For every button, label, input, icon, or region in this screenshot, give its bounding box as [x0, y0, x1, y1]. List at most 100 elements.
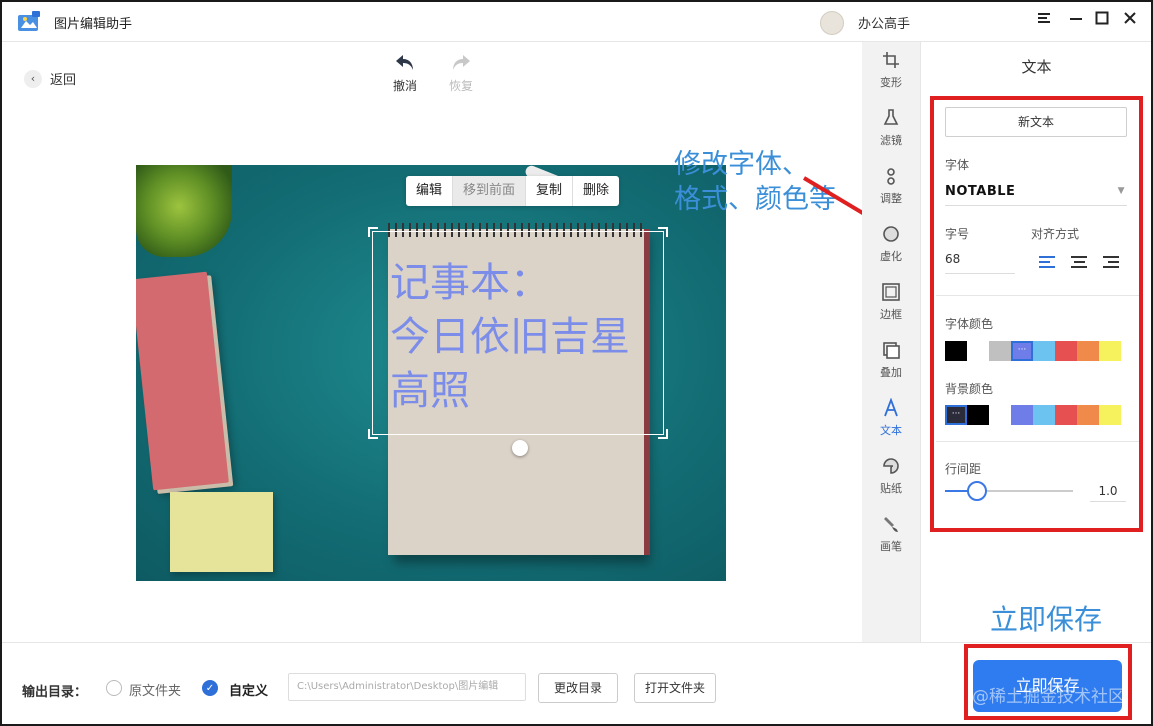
crop-icon: [883, 52, 899, 68]
tool-text[interactable]: 文本: [862, 398, 920, 438]
minimize-icon[interactable]: [1065, 10, 1087, 32]
line-spacing-slider-thumb[interactable]: [967, 481, 987, 501]
color-swatch[interactable]: [1099, 341, 1121, 361]
title-bar: 图片编辑助手 办公高手: [2, 2, 1151, 42]
tool-overlay[interactable]: 叠加: [862, 340, 920, 380]
radio-original-folder[interactable]: [106, 680, 122, 696]
line-spacing-label: 行间距: [945, 462, 982, 476]
color-swatch[interactable]: [1055, 405, 1077, 425]
open-folder-button[interactable]: 打开文件夹: [634, 673, 716, 703]
maximize-icon[interactable]: [1091, 10, 1113, 32]
tool-border[interactable]: 边框: [862, 282, 920, 322]
delete-button[interactable]: 删除: [573, 176, 619, 206]
chevron-left-icon: ‹: [24, 69, 42, 88]
undo-icon: [396, 55, 413, 70]
color-swatch[interactable]: [1077, 405, 1099, 425]
line-spacing-input[interactable]: 1.0: [1090, 480, 1126, 502]
undo-label: 撤消: [392, 79, 417, 93]
tool-blur[interactable]: 虚化: [862, 224, 920, 264]
photo-red-book: [136, 271, 229, 491]
color-swatch[interactable]: ···: [1011, 341, 1033, 361]
color-swatch[interactable]: [1055, 341, 1077, 361]
radio-custom-label[interactable]: 自定义: [229, 680, 268, 699]
resize-handle-tl[interactable]: [368, 227, 378, 237]
radio-original-label[interactable]: 原文件夹: [129, 680, 181, 699]
divider: [936, 441, 1139, 442]
text-icon: [884, 398, 898, 417]
align-center-icon[interactable]: [1071, 256, 1087, 270]
tool-label: 滤镜: [880, 134, 902, 147]
align-left-icon[interactable]: [1039, 256, 1055, 270]
watermark: @稀土掘金技术社区: [972, 687, 1125, 707]
photo-text-line: 记事本：: [390, 260, 550, 306]
menu-icon[interactable]: [1033, 10, 1055, 32]
resize-handle-br[interactable]: [658, 429, 668, 439]
change-dir-button[interactable]: 更改目录: [538, 673, 618, 703]
radio-custom-folder[interactable]: ✓: [202, 680, 218, 696]
color-swatch[interactable]: ···: [945, 405, 967, 425]
tool-label: 变形: [880, 76, 902, 89]
tool-sticker[interactable]: 贴纸: [862, 456, 920, 496]
output-dir-label: 输出目录：: [22, 685, 88, 700]
sticker-icon: [883, 458, 899, 474]
redo-button[interactable]: 恢复: [446, 52, 476, 94]
color-swatch[interactable]: [1011, 405, 1033, 425]
tool-label: 文本: [880, 424, 902, 437]
resize-handle-bl[interactable]: [368, 429, 378, 439]
font-label: 字体: [945, 158, 970, 172]
color-swatch[interactable]: [1033, 341, 1055, 361]
tool-label: 调整: [880, 192, 902, 205]
align-right-icon[interactable]: [1103, 256, 1119, 270]
color-swatch[interactable]: [967, 341, 989, 361]
panel-title: 文本: [1021, 58, 1052, 76]
bg-color-swatches: ···: [945, 405, 1121, 425]
color-swatch[interactable]: [967, 405, 989, 425]
photo-text-line: 高照: [390, 368, 470, 414]
font-color-swatches: ···: [945, 341, 1121, 361]
output-path-input[interactable]: C:\Users\Administrator\Desktop\图片编辑: [288, 673, 526, 701]
photo-text-layer[interactable]: 记事本： 今日依旧吉星 高照: [390, 256, 660, 418]
color-swatch[interactable]: [989, 405, 1011, 425]
tool-label: 贴纸: [880, 482, 902, 495]
bg-color-label: 背景颜色: [945, 382, 994, 396]
color-swatch[interactable]: [945, 341, 967, 361]
move-to-front-button[interactable]: 移到前面: [453, 176, 527, 206]
photo-text-line: 今日依旧吉星: [390, 314, 630, 360]
back-button[interactable]: ‹ 返回: [24, 69, 76, 88]
color-swatch[interactable]: [1077, 341, 1099, 361]
redo-icon: [453, 55, 470, 70]
color-swatch[interactable]: [989, 341, 1011, 361]
app-title: 图片编辑助手: [54, 17, 133, 32]
sliders-icon: [887, 168, 895, 185]
copy-button[interactable]: 复制: [526, 176, 574, 206]
close-icon[interactable]: [1119, 10, 1141, 32]
rotate-handle[interactable]: [512, 440, 528, 456]
size-label: 字号: [945, 227, 970, 241]
user-name[interactable]: 办公高手: [858, 13, 910, 32]
font-size-input[interactable]: 68: [945, 252, 1015, 274]
tool-label: 边框: [880, 308, 902, 321]
photo-plant: [136, 165, 232, 257]
tool-adjust[interactable]: 调整: [862, 166, 920, 206]
tool-filter[interactable]: 滤镜: [862, 108, 920, 148]
font-color-label: 字体颜色: [945, 317, 994, 331]
tool-label: 画笔: [880, 540, 902, 553]
align-label: 对齐方式: [1031, 227, 1080, 241]
frame-icon: [882, 283, 900, 301]
tool-label: 虚化: [880, 250, 902, 263]
resize-handle-tr[interactable]: [658, 227, 668, 237]
edit-button[interactable]: 编辑: [406, 176, 454, 206]
new-text-button[interactable]: 新文本: [945, 107, 1127, 137]
redo-label: 恢复: [448, 79, 473, 93]
tool-brush[interactable]: 画笔: [862, 514, 920, 554]
tool-transform[interactable]: 变形: [862, 50, 920, 90]
avatar[interactable]: [820, 11, 844, 35]
color-swatch[interactable]: [1033, 405, 1055, 425]
font-value: NOTABLE: [945, 184, 1016, 199]
color-swatch[interactable]: [1099, 405, 1121, 425]
blur-icon: [883, 226, 899, 242]
undo-button[interactable]: 撤消: [390, 52, 420, 94]
app-logo-icon: [18, 11, 40, 31]
font-select[interactable]: NOTABLE ▼: [945, 184, 1127, 206]
photo-sticky-note: [170, 492, 273, 572]
